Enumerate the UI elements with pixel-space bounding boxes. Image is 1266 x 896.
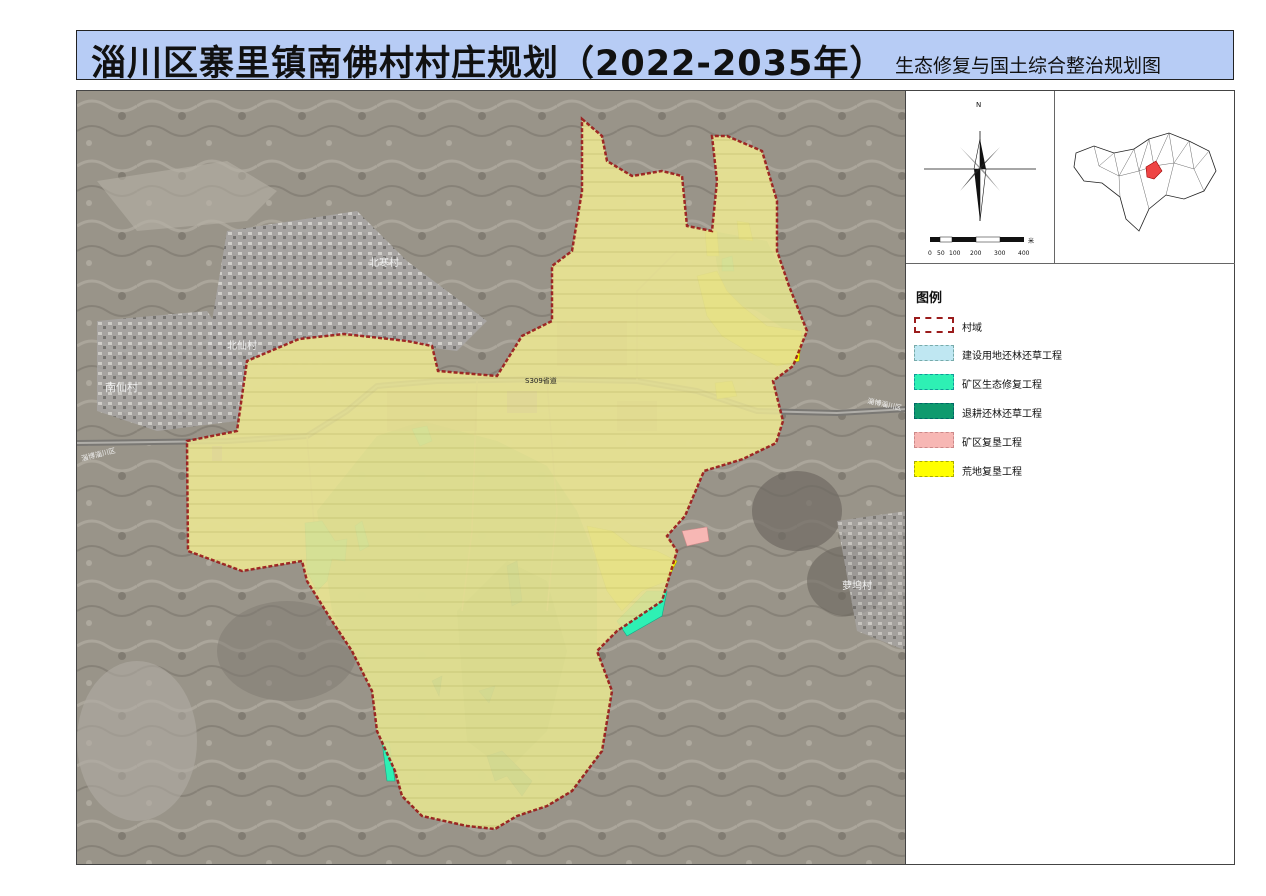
locator-map — [1054, 91, 1235, 263]
scale-bar: 0 50 100 200 300 400 米 — [928, 236, 1034, 257]
legend-item-mine-reclamation: 矿区复垦工程 — [914, 432, 1214, 452]
legend-item-construction-forest: 建设用地还林还草工程 — [914, 345, 1214, 365]
north-label: N — [976, 101, 981, 109]
compass-icon: N 0 50 100 200 300 400 米 — [924, 101, 1036, 257]
svg-text:200: 200 — [970, 250, 982, 257]
legend-item-boundary: 村域 — [914, 317, 1214, 337]
label-luowu: 萝坞村 — [842, 579, 872, 592]
title-bar: 淄川区寨里镇南佛村村庄规划（2022-2035年） 生态修复与国土综合整治规划图 — [76, 30, 1234, 84]
legend-title: 图例 — [916, 291, 943, 306]
svg-text:400: 400 — [1018, 250, 1030, 257]
svg-text:0: 0 — [928, 250, 932, 257]
map-subtitle: 生态修复与国土综合整治规划图 — [895, 55, 1162, 77]
svg-text:300: 300 — [994, 250, 1006, 257]
map-title: 淄川区寨里镇南佛村村庄规划（2022-2035年） — [91, 44, 886, 84]
map-view[interactable]: 北寒村 北仙村 南仙村 萝坞村 S309省道 淄博淄川区 淄博淄川区 — [76, 90, 906, 865]
svg-text:米: 米 — [1028, 237, 1034, 245]
label-beihan: 北寒村 — [369, 256, 399, 269]
svg-text:100: 100 — [949, 250, 961, 257]
legend-item-wasteland: 荒地复垦工程 — [914, 461, 1214, 481]
label-nanxian: 南仙村 — [105, 380, 138, 394]
legend-item-return-forest: 退耕还林还草工程 — [914, 403, 1214, 423]
compass-panel: N 0 50 100 200 300 400 米 — [906, 91, 1055, 263]
label-beixian: 北仙村 — [227, 339, 257, 352]
legend-item-mine-restoration: 矿区生态修复工程 — [914, 374, 1214, 394]
locator-map-icon — [1073, 132, 1217, 232]
map-canvas: 北寒村 北仙村 南仙村 萝坞村 S309省道 淄博淄川区 淄博淄川区 — [77, 91, 905, 864]
svg-text:50: 50 — [937, 250, 945, 257]
side-panel: N 0 50 100 200 300 400 米 图例 村域 建设用地还林还草工… — [906, 90, 1235, 865]
label-road-s309: S309省道 — [525, 376, 557, 385]
